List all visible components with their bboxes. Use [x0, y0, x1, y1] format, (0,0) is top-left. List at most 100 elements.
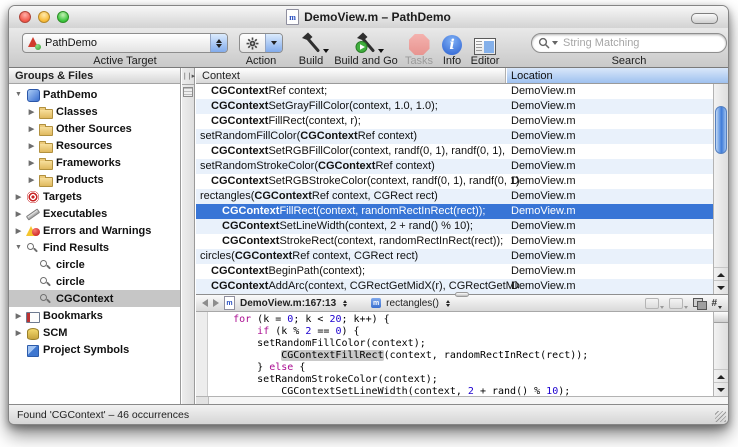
sidebar-item-targets[interactable]: ▶ Targets — [9, 188, 180, 205]
sidebar-item-label: Find Results — [43, 242, 109, 254]
result-row[interactable]: setRandomFillColor(CGContextRef context)… — [196, 129, 713, 144]
results-scrollbar[interactable] — [713, 84, 728, 294]
line-number-menu[interactable]: # — [711, 298, 722, 309]
results-header: Context Location — [196, 68, 728, 84]
editor-gutter[interactable] — [196, 312, 208, 396]
result-context: CGContextFillRect(context, r); — [196, 114, 519, 129]
scroll-up-arrow[interactable] — [714, 267, 728, 281]
editor-button[interactable]: Editor — [465, 31, 505, 67]
result-location: DemoView.m — [511, 264, 713, 279]
sidebar-item-resources[interactable]: ▶ Resources — [9, 137, 180, 154]
split-editor-icon[interactable] — [714, 312, 728, 323]
sidebar-item-other-sources[interactable]: ▶ Other Sources — [9, 120, 180, 137]
info-button[interactable]: i Info — [437, 31, 467, 67]
sidebar-item-errors-and-warnings[interactable]: ▶ Errors and Warnings — [9, 222, 180, 239]
sidebar-header[interactable]: Groups & Files — [9, 68, 180, 84]
scroll-down-arrow[interactable] — [714, 382, 728, 396]
disclosure-triangle-icon[interactable]: ▶ — [14, 193, 23, 201]
function-popup-stepper-icon[interactable] — [446, 300, 450, 307]
sidebar-item-project-symbols[interactable]: Project Symbols — [9, 341, 180, 358]
find-icon — [26, 241, 40, 255]
editor-scrollbar[interactable] — [713, 312, 728, 396]
sidebar-item-classes[interactable]: ▶ Classes — [9, 103, 180, 120]
sidebar-item-frameworks[interactable]: ▶ Frameworks — [9, 154, 180, 171]
scroll-up-arrow[interactable] — [714, 369, 728, 383]
forward-icon[interactable] — [213, 299, 219, 307]
file-history-popup[interactable]: DemoView.m:167:13 — [240, 298, 336, 309]
code-line: CGContextFillRect(context, randomRectInR… — [209, 350, 713, 362]
result-context: CGContextBeginPath(context); — [196, 264, 519, 279]
result-row[interactable]: CGContextSetGrayFillColor(context, 1.0, … — [196, 99, 713, 114]
disclosure-triangle-icon[interactable]: ▼ — [14, 91, 23, 98]
action-button[interactable] — [239, 33, 283, 53]
sidebar-item-scm[interactable]: ▶ SCM — [9, 324, 180, 341]
document-proxy-icon[interactable]: m — [286, 9, 299, 25]
result-row[interactable]: CGContextFillRect(context, randomRectInR… — [196, 204, 713, 219]
results-list: CGContextRef context; DemoView.m CGConte… — [196, 84, 713, 294]
sidebar-item-executables[interactable]: ▶ Executables — [9, 205, 180, 222]
sidebar-item-pathdemo[interactable]: ▼ PathDemo — [9, 86, 180, 103]
result-location: DemoView.m — [511, 114, 713, 129]
splitter-handle[interactable] — [455, 292, 469, 297]
sidebar-item-bookmarks[interactable]: ▶ Bookmarks — [9, 307, 180, 324]
disclosure-triangle-icon[interactable]: ▶ — [27, 142, 36, 150]
sidebar-menu-icon[interactable] — [183, 87, 193, 97]
context-column-header[interactable]: Context — [196, 68, 506, 83]
counterpart-icon[interactable] — [693, 298, 706, 309]
stop-octagon-icon — [409, 31, 430, 55]
result-row[interactable]: circles(CGContextRef context, CGRect rec… — [196, 249, 713, 264]
disclosure-triangle-icon[interactable]: ▼ — [14, 244, 23, 251]
result-row[interactable]: CGContextAddArc(context, CGRectGetMidX(r… — [196, 279, 713, 294]
disclosure-triangle-icon[interactable]: ▶ — [14, 312, 23, 320]
result-row[interactable]: CGContextSetRGBStrokeColor(context, rand… — [196, 174, 713, 189]
sidebar-scroll-lane[interactable]: ❘❘▸ — [182, 68, 195, 404]
result-row[interactable]: rectangles(CGContextRef context, CGRect … — [196, 189, 713, 204]
location-column-header[interactable]: Location — [507, 68, 728, 83]
active-target-popup[interactable]: PathDemo — [22, 33, 228, 53]
titlebar[interactable]: m DemoView.m – PathDemo — [9, 6, 728, 28]
build-and-go-button[interactable]: Build and Go — [333, 31, 399, 67]
file-popup-stepper-icon[interactable] — [343, 300, 347, 307]
code-line: setRandomStrokeColor(context); — [209, 374, 713, 386]
sidebar-tree: ▼ PathDemo ▶ Classes ▶ Other Sources ▶ R… — [9, 86, 180, 404]
search-input[interactable]: String Matching — [531, 33, 727, 53]
result-row[interactable]: CGContextRef context; DemoView.m — [196, 84, 713, 99]
search-scope-dropdown-icon[interactable] — [552, 41, 558, 45]
sidebar-item-cgcontext[interactable]: CGContext — [9, 290, 180, 307]
function-popup[interactable]: rectangles() — [386, 298, 439, 309]
sidebar-item-circle[interactable]: circle — [9, 273, 180, 290]
back-icon[interactable] — [202, 299, 208, 307]
disclosure-triangle-icon[interactable]: ▶ — [27, 108, 36, 116]
result-row[interactable]: setRandomStrokeColor(CGContextRef contex… — [196, 159, 713, 174]
scrollbar-thumb[interactable] — [715, 106, 727, 154]
disclosure-triangle-icon[interactable]: ▶ — [27, 176, 36, 184]
result-location: DemoView.m — [511, 249, 713, 264]
search-icon — [39, 258, 53, 272]
resize-grip[interactable] — [715, 411, 726, 422]
disclosure-triangle-icon[interactable]: ▶ — [27, 159, 36, 167]
result-row[interactable]: CGContextSetLineWidth(context, 2 + rand(… — [196, 219, 713, 234]
column-splitter-icon[interactable]: ❘❘▸ — [182, 68, 194, 85]
disclosure-triangle-icon[interactable]: ▶ — [14, 329, 23, 337]
build-label: Build — [299, 55, 323, 67]
bookmarks-menu[interactable] — [645, 298, 664, 309]
disclosure-triangle-icon[interactable]: ▶ — [27, 125, 36, 133]
breakpoints-menu[interactable] — [669, 298, 688, 309]
code-line: if (k % 2 == 0) { — [209, 326, 713, 338]
build-button[interactable]: Build — [291, 31, 331, 67]
scroll-down-arrow[interactable] — [714, 280, 728, 294]
toolbar-toggle-button[interactable] — [691, 13, 718, 24]
disclosure-triangle-icon[interactable]: ▶ — [14, 210, 23, 218]
sidebar-item-circle[interactable]: circle — [9, 256, 180, 273]
result-context: setRandomFillColor(CGContextRef context) — [196, 129, 508, 144]
code-editor[interactable]: for (k = 0; k < 20; k++) { if (k % 2 == … — [196, 312, 713, 396]
function-badge-icon: m — [371, 298, 381, 308]
result-row[interactable]: CGContextSetRGBFillColor(context, randf(… — [196, 144, 713, 159]
sidebar-item-find-results[interactable]: ▼ Find Results — [9, 239, 180, 256]
result-row[interactable]: CGContextStrokeRect(context, randomRectI… — [196, 234, 713, 249]
result-row[interactable]: CGContextBeginPath(context); DemoView.m — [196, 264, 713, 279]
sidebar-item-products[interactable]: ▶ Products — [9, 171, 180, 188]
disclosure-triangle-icon[interactable]: ▶ — [14, 227, 23, 235]
horizontal-scrollbar[interactable] — [196, 396, 728, 404]
result-row[interactable]: CGContextFillRect(context, r); DemoView.… — [196, 114, 713, 129]
